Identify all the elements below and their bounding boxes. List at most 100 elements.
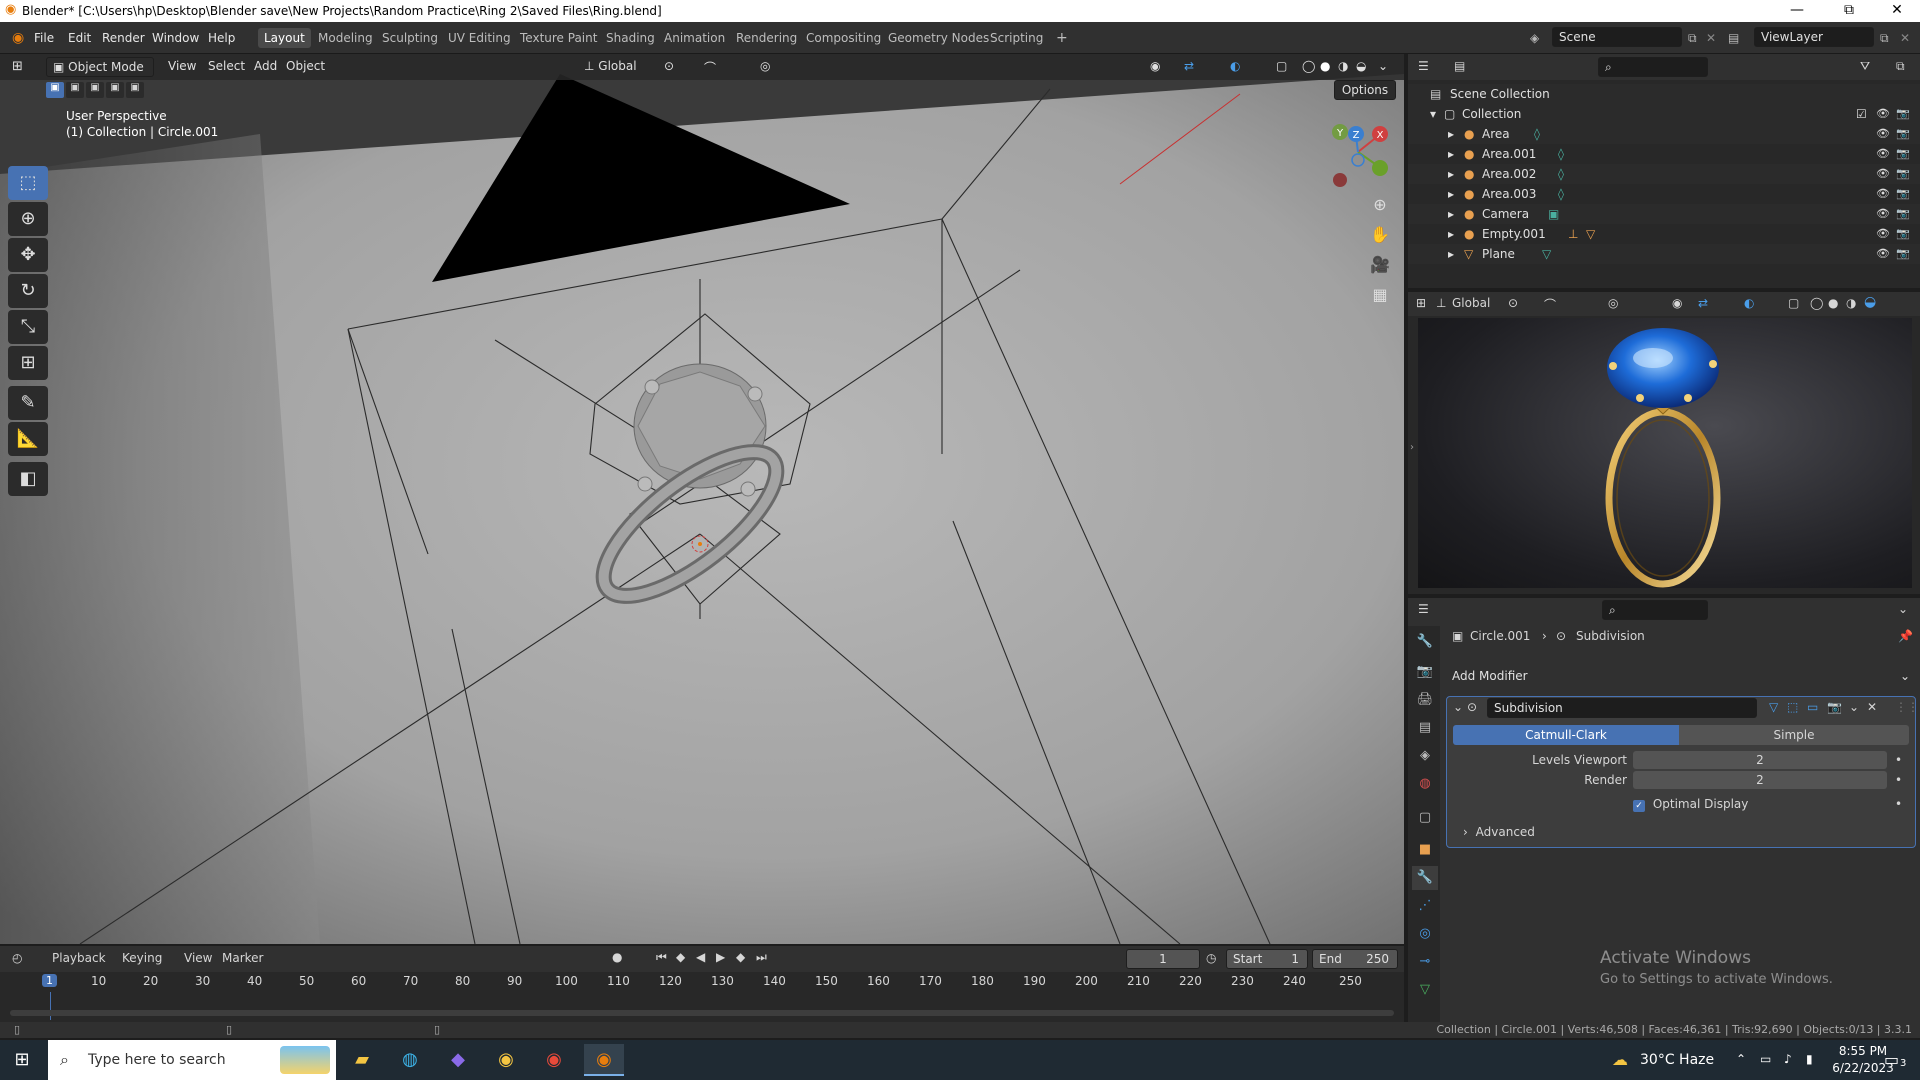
outliner-item-empty-001[interactable]: ▸ ● Empty.001 ⊥ ▽ 👁 📷 xyxy=(1408,224,1920,244)
viewport-scene[interactable] xyxy=(0,54,1404,944)
realtime-icon[interactable]: ▭ xyxy=(1807,700,1818,714)
gizmo-toggle-icon[interactable]: ⇄ xyxy=(1184,59,1194,73)
measure-tool[interactable]: 📐 xyxy=(8,422,48,456)
expand-arrow-icon[interactable]: ▸ xyxy=(1448,164,1454,184)
next-keyframe-icon[interactable]: ◆ xyxy=(736,950,745,964)
timeline-scrollbar[interactable] xyxy=(10,1010,1394,1016)
select-intersect-icon[interactable]: ▣ xyxy=(126,82,144,98)
catmull-clark-button[interactable]: Catmull-Clark xyxy=(1453,725,1679,745)
add-modifier-button[interactable]: Add Modifier ⌄ xyxy=(1446,666,1916,688)
tab-sculpting[interactable]: Sculpting xyxy=(376,28,444,48)
maximize-button[interactable]: ⧉ xyxy=(1826,0,1872,22)
weather-text[interactable]: 30°C Haze xyxy=(1640,1052,1714,1068)
chrome-canary-icon[interactable]: ◉ xyxy=(486,1044,526,1076)
tab-geometry-nodes[interactable]: Geometry Nodes xyxy=(882,28,995,48)
record-icon[interactable]: ● xyxy=(612,950,622,964)
viewport-menu-add[interactable]: Add xyxy=(254,59,277,73)
tab-rendering[interactable]: Rendering xyxy=(730,28,803,48)
proportional-edit-icon[interactable]: ◎ xyxy=(1608,296,1618,310)
timeline-menu-keying[interactable]: Keying xyxy=(122,951,162,965)
filter-icon[interactable]: ⛛ xyxy=(1860,59,1870,74)
gizmo-toggle-icon[interactable]: ⇄ xyxy=(1698,296,1708,310)
transform-orientation-selector[interactable]: ⊥ Global xyxy=(578,57,658,77)
tab-modeling[interactable]: Modeling xyxy=(312,28,379,48)
camera-render-icon[interactable]: 📷 xyxy=(1896,164,1910,184)
outliner-item-plane[interactable]: ▸ ▽ Plane ▽ 👁 📷 xyxy=(1408,244,1920,264)
simple-button[interactable]: Simple xyxy=(1679,725,1909,745)
constraints-tab-icon[interactable]: ⊸ xyxy=(1412,950,1438,974)
view-layer-tab-icon[interactable]: ▤ xyxy=(1412,716,1438,740)
frame-ruler[interactable]: 1 10 20 30 40 50 60 70 80 90 100 110 120… xyxy=(0,972,1404,992)
chevron-down-icon[interactable]: ⌄ xyxy=(1898,602,1908,616)
expand-arrow-icon[interactable]: ▸ xyxy=(1448,144,1454,164)
overlay-toggle-icon[interactable]: ◐ xyxy=(1744,296,1754,310)
scene-icon[interactable]: ◈ xyxy=(1526,28,1543,48)
scene-collection-row[interactable]: ▤ Scene Collection xyxy=(1408,84,1920,104)
pin-icon[interactable]: 📌 xyxy=(1898,629,1913,643)
options-dropdown[interactable]: Options xyxy=(1334,80,1396,100)
tab-scripting[interactable]: Scripting xyxy=(984,28,1049,48)
mode-selector[interactable]: ▣ Object Mode ⌄ xyxy=(46,57,154,92)
timeline-menu-view[interactable]: View xyxy=(184,951,212,965)
play-icon[interactable]: ▶ xyxy=(716,950,725,964)
xray-toggle-icon[interactable]: ▢ xyxy=(1788,296,1799,310)
world-tab-icon[interactable]: ◍ xyxy=(1412,772,1438,796)
collapse-arrow-icon[interactable]: ⌄ xyxy=(1453,700,1463,714)
modifier-name-input[interactable]: Subdivision xyxy=(1487,698,1757,718)
edge-browser-icon[interactable]: ◍ xyxy=(390,1044,430,1076)
scene-tab-icon[interactable]: ◈ xyxy=(1412,744,1438,768)
select-subtract-icon[interactable]: ▣ xyxy=(86,82,104,98)
collection-checkbox[interactable]: ☑ xyxy=(1856,104,1867,124)
ortho-grid-icon[interactable]: ▦ xyxy=(1367,282,1393,308)
blender-taskbar-icon[interactable]: ◉ xyxy=(584,1044,624,1076)
outliner-item-area[interactable]: ▸ ● Area ◊ 👁 📷 xyxy=(1408,124,1920,144)
expand-arrow-icon[interactable]: ▸ xyxy=(1448,224,1454,244)
menu-render[interactable]: Render xyxy=(98,28,149,48)
xray-toggle-icon[interactable]: ▢ xyxy=(1276,59,1287,73)
eye-icon[interactable]: 👁 xyxy=(1876,244,1890,264)
drag-handle-icon[interactable]: ⋮⋮ xyxy=(1895,700,1919,714)
camera-render-icon[interactable]: 📷 xyxy=(1896,244,1910,264)
edit-mode-icon[interactable]: ▽ xyxy=(1769,700,1778,714)
overlay-toggle-icon[interactable]: ◐ xyxy=(1230,59,1240,73)
wireframe-shading-icon[interactable]: ◯ xyxy=(1302,59,1315,73)
gizmo-neg-z-axis[interactable] xyxy=(1351,153,1365,167)
tab-uv-editing[interactable]: UV Editing xyxy=(442,28,517,48)
transform-tool[interactable]: ⊞ xyxy=(8,346,48,380)
properties-editor-icon[interactable]: ☰ xyxy=(1418,602,1429,616)
play-reverse-icon[interactable]: ◀ xyxy=(696,950,705,964)
eye-icon[interactable]: 👁 xyxy=(1876,224,1890,244)
visibility-icon[interactable]: ◉ xyxy=(1150,59,1160,73)
particles-tab-icon[interactable]: ⋰ xyxy=(1412,894,1438,918)
eye-icon[interactable]: 👁 xyxy=(1876,144,1890,164)
material-shading-icon[interactable]: ◑ xyxy=(1338,59,1348,73)
rotate-tool[interactable]: ↻ xyxy=(8,274,48,308)
view-layer-icon[interactable]: ▤ xyxy=(1724,28,1743,48)
file-explorer-icon[interactable]: ▰ xyxy=(342,1044,382,1076)
new-collection-icon[interactable]: ⧉ xyxy=(1896,59,1905,74)
region-toggle-icon[interactable]: › xyxy=(1410,442,1414,453)
expand-arrow-icon[interactable]: ▾ xyxy=(1430,104,1436,124)
move-tool[interactable]: ✥ xyxy=(8,238,48,272)
expand-arrow-icon[interactable]: ▸ xyxy=(1448,244,1454,264)
taskbar-search-input[interactable]: ⌕ Type here to search xyxy=(48,1040,336,1080)
timeline-menu-marker[interactable]: Marker xyxy=(222,951,263,965)
collection-tab-icon[interactable]: ▢ xyxy=(1412,806,1438,830)
zoom-icon[interactable]: ⊕ xyxy=(1367,192,1393,218)
visibility-icon[interactable]: ◉ xyxy=(1672,296,1682,310)
rendered-shading-icon[interactable]: ◒ xyxy=(1864,294,1876,310)
expand-arrow-icon[interactable]: ▸ xyxy=(1448,124,1454,144)
keyframe-dot-icon[interactable]: • xyxy=(1895,797,1902,811)
remove-scene-icon[interactable]: ✕ xyxy=(1702,28,1720,48)
new-scene-icon[interactable]: ⧉ xyxy=(1684,28,1701,48)
tab-animation[interactable]: Animation xyxy=(658,28,731,48)
windows-start-icon[interactable]: ⊞ xyxy=(2,1044,42,1076)
eye-icon[interactable]: 👁 xyxy=(1876,184,1890,204)
output-tab-icon[interactable]: 🖨 xyxy=(1412,688,1438,712)
start-frame-field[interactable]: Start 1 xyxy=(1226,949,1308,969)
navigation-gizmo[interactable]: X Y Z xyxy=(1320,114,1396,190)
select-box-tool[interactable]: ⬚ xyxy=(8,166,48,200)
menu-file[interactable]: File xyxy=(30,28,58,48)
blender-menu-icon[interactable]: ◉ xyxy=(8,28,28,48)
new-view-layer-icon[interactable]: ⧉ xyxy=(1876,28,1893,48)
